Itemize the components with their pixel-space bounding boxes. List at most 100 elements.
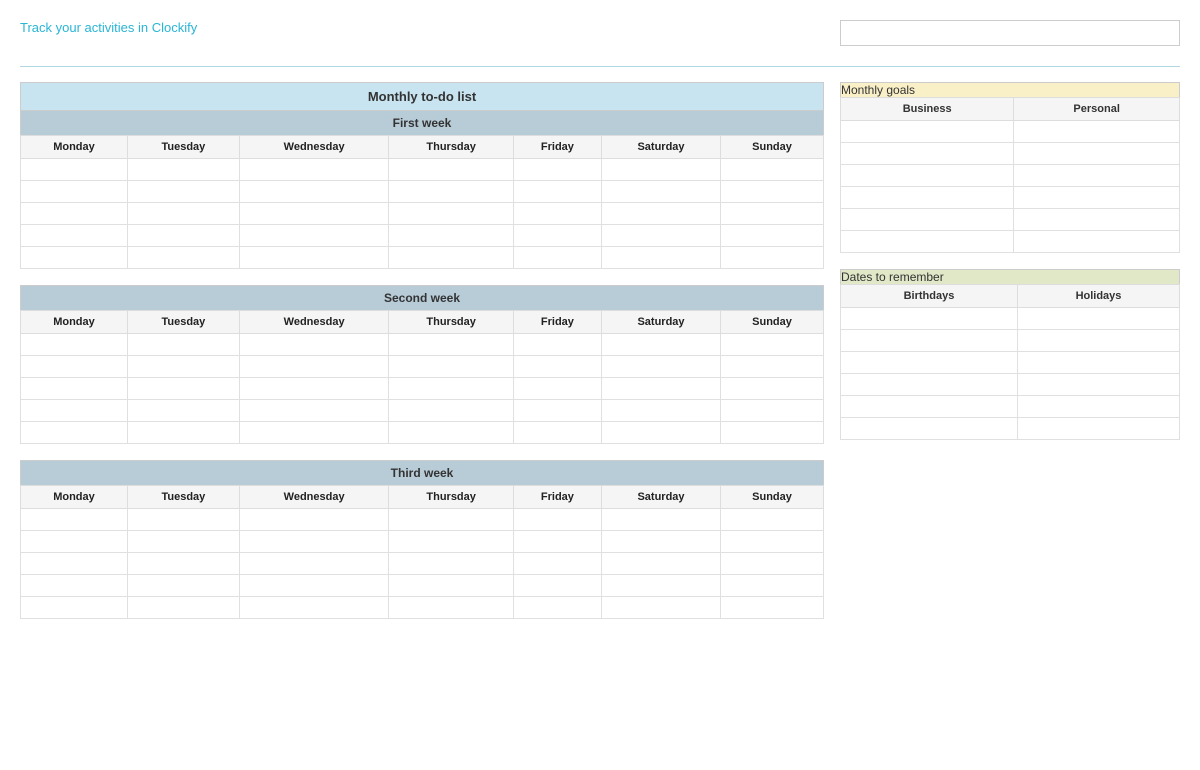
week-2-cell-r4-c3[interactable]: [239, 400, 389, 422]
week-3-cell-r5-c5[interactable]: [513, 597, 601, 619]
dates-to-remember-cell-r1-c1[interactable]: [841, 308, 1018, 330]
week-3-cell-r5-c4[interactable]: [389, 597, 513, 619]
week-2-cell-r4-c7[interactable]: [721, 400, 824, 422]
dates-to-remember-cell-r3-c2[interactable]: [1017, 352, 1179, 374]
week-2-cell-r4-c4[interactable]: [389, 400, 513, 422]
monthly-goals-cell-r4-c2[interactable]: [1014, 187, 1180, 209]
week-3-cell-r2-c2[interactable]: [127, 531, 239, 553]
week-1-cell-r3-c7[interactable]: [721, 203, 824, 225]
monthly-goals-cell-r3-c1[interactable]: [841, 165, 1014, 187]
week-3-cell-r1-c4[interactable]: [389, 509, 513, 531]
week-1-cell-r5-c3[interactable]: [239, 247, 389, 269]
dates-to-remember-cell-r2-c1[interactable]: [841, 330, 1018, 352]
week-1-cell-r5-c5[interactable]: [513, 247, 601, 269]
week-2-cell-r3-c3[interactable]: [239, 378, 389, 400]
week-2-cell-r1-c7[interactable]: [721, 334, 824, 356]
week-1-cell-r1-c1[interactable]: [21, 159, 128, 181]
week-3-cell-r3-c5[interactable]: [513, 553, 601, 575]
week-1-cell-r1-c6[interactable]: [601, 159, 720, 181]
week-1-cell-r4-c3[interactable]: [239, 225, 389, 247]
week-2-cell-r2-c4[interactable]: [389, 356, 513, 378]
week-2-cell-r1-c4[interactable]: [389, 334, 513, 356]
week-3-cell-r3-c6[interactable]: [601, 553, 720, 575]
week-3-cell-r2-c7[interactable]: [721, 531, 824, 553]
week-3-cell-r4-c1[interactable]: [21, 575, 128, 597]
monthly-goals-cell-r2-c2[interactable]: [1014, 143, 1180, 165]
week-3-cell-r1-c5[interactable]: [513, 509, 601, 531]
week-2-cell-r2-c5[interactable]: [513, 356, 601, 378]
week-3-cell-r4-c5[interactable]: [513, 575, 601, 597]
dates-to-remember-cell-r4-c1[interactable]: [841, 374, 1018, 396]
dates-to-remember-cell-r6-c1[interactable]: [841, 418, 1018, 440]
week-3-cell-r4-c3[interactable]: [239, 575, 389, 597]
week-2-cell-r3-c4[interactable]: [389, 378, 513, 400]
week-1-cell-r1-c7[interactable]: [721, 159, 824, 181]
week-2-cell-r5-c6[interactable]: [601, 422, 720, 444]
week-1-cell-r4-c7[interactable]: [721, 225, 824, 247]
week-2-cell-r2-c3[interactable]: [239, 356, 389, 378]
dates-to-remember-cell-r5-c2[interactable]: [1017, 396, 1179, 418]
week-2-cell-r3-c2[interactable]: [127, 378, 239, 400]
week-3-cell-r4-c7[interactable]: [721, 575, 824, 597]
week-3-cell-r1-c6[interactable]: [601, 509, 720, 531]
week-1-cell-r3-c1[interactable]: [21, 203, 128, 225]
week-3-cell-r2-c3[interactable]: [239, 531, 389, 553]
week-3-cell-r5-c7[interactable]: [721, 597, 824, 619]
dates-to-remember-cell-r6-c2[interactable]: [1017, 418, 1179, 440]
week-2-cell-r4-c5[interactable]: [513, 400, 601, 422]
monthly-goals-cell-r4-c1[interactable]: [841, 187, 1014, 209]
week-1-cell-r2-c6[interactable]: [601, 181, 720, 203]
week-2-cell-r5-c3[interactable]: [239, 422, 389, 444]
week-2-cell-r3-c6[interactable]: [601, 378, 720, 400]
week-3-cell-r5-c6[interactable]: [601, 597, 720, 619]
week-2-cell-r5-c2[interactable]: [127, 422, 239, 444]
week-1-cell-r3-c5[interactable]: [513, 203, 601, 225]
week-1-cell-r2-c2[interactable]: [127, 181, 239, 203]
week-1-cell-r5-c4[interactable]: [389, 247, 513, 269]
monthly-goals-cell-r1-c2[interactable]: [1014, 121, 1180, 143]
week-1-cell-r4-c4[interactable]: [389, 225, 513, 247]
week-2-cell-r3-c1[interactable]: [21, 378, 128, 400]
week-1-cell-r4-c1[interactable]: [21, 225, 128, 247]
monthly-goals-cell-r5-c1[interactable]: [841, 209, 1014, 231]
week-3-cell-r5-c1[interactable]: [21, 597, 128, 619]
week-2-cell-r1-c2[interactable]: [127, 334, 239, 356]
week-3-cell-r5-c2[interactable]: [127, 597, 239, 619]
week-1-cell-r2-c7[interactable]: [721, 181, 824, 203]
week-2-cell-r5-c1[interactable]: [21, 422, 128, 444]
week-3-cell-r2-c4[interactable]: [389, 531, 513, 553]
week-1-cell-r3-c2[interactable]: [127, 203, 239, 225]
dates-to-remember-cell-r4-c2[interactable]: [1017, 374, 1179, 396]
monthly-goals-cell-r1-c1[interactable]: [841, 121, 1014, 143]
days-input[interactable]: [840, 20, 1180, 46]
week-2-cell-r2-c7[interactable]: [721, 356, 824, 378]
week-2-cell-r2-c2[interactable]: [127, 356, 239, 378]
week-2-cell-r1-c5[interactable]: [513, 334, 601, 356]
dates-to-remember-cell-r1-c2[interactable]: [1017, 308, 1179, 330]
week-1-cell-r4-c2[interactable]: [127, 225, 239, 247]
dates-to-remember-cell-r2-c2[interactable]: [1017, 330, 1179, 352]
week-1-cell-r1-c3[interactable]: [239, 159, 389, 181]
dates-to-remember-cell-r5-c1[interactable]: [841, 396, 1018, 418]
week-2-cell-r5-c4[interactable]: [389, 422, 513, 444]
week-1-cell-r3-c3[interactable]: [239, 203, 389, 225]
week-3-cell-r3-c3[interactable]: [239, 553, 389, 575]
week-3-cell-r3-c4[interactable]: [389, 553, 513, 575]
week-2-cell-r2-c1[interactable]: [21, 356, 128, 378]
week-2-cell-r1-c1[interactable]: [21, 334, 128, 356]
week-1-cell-r2-c5[interactable]: [513, 181, 601, 203]
week-3-cell-r3-c7[interactable]: [721, 553, 824, 575]
week-3-cell-r1-c2[interactable]: [127, 509, 239, 531]
week-1-cell-r5-c7[interactable]: [721, 247, 824, 269]
week-3-cell-r2-c6[interactable]: [601, 531, 720, 553]
week-1-cell-r2-c1[interactable]: [21, 181, 128, 203]
week-1-cell-r1-c4[interactable]: [389, 159, 513, 181]
week-3-cell-r4-c6[interactable]: [601, 575, 720, 597]
week-1-cell-r4-c5[interactable]: [513, 225, 601, 247]
week-2-cell-r3-c7[interactable]: [721, 378, 824, 400]
week-1-cell-r2-c4[interactable]: [389, 181, 513, 203]
week-3-cell-r1-c1[interactable]: [21, 509, 128, 531]
week-3-cell-r5-c3[interactable]: [239, 597, 389, 619]
week-1-cell-r2-c3[interactable]: [239, 181, 389, 203]
week-2-cell-r1-c6[interactable]: [601, 334, 720, 356]
